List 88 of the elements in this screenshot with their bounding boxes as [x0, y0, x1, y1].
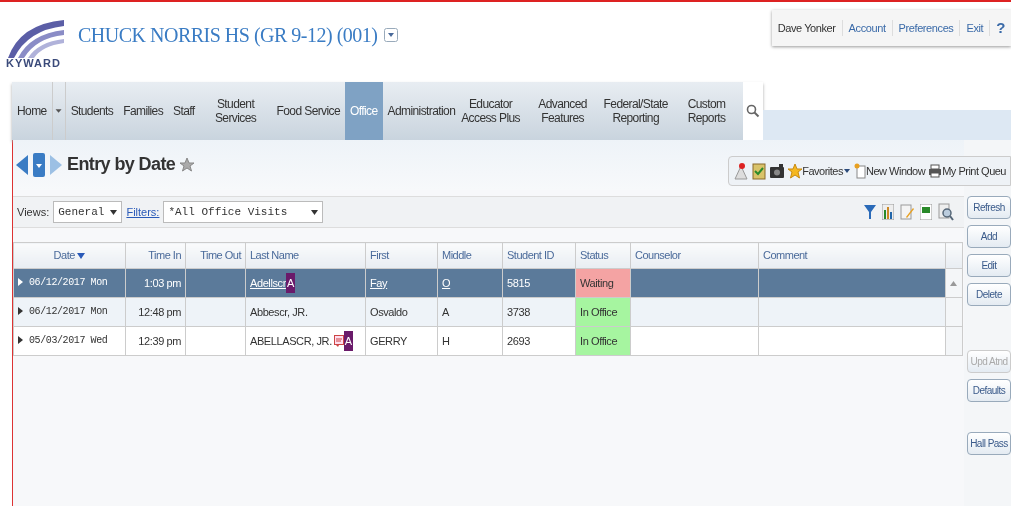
spreadsheet-icon[interactable]: [920, 204, 932, 220]
date-cell-text: 06/12/2017 Mon: [29, 275, 108, 290]
nav-tab[interactable]: Food Service: [271, 82, 346, 140]
print-preview-icon[interactable]: [938, 203, 954, 221]
column-header[interactable]: Student ID: [502, 242, 576, 269]
history-dropdown-icon[interactable]: [33, 153, 45, 177]
column-header[interactable]: Comment: [758, 242, 946, 269]
printer-icon: [928, 164, 943, 178]
help-button[interactable]: ?: [990, 16, 1011, 40]
window-icon: [854, 163, 866, 179]
table-row[interactable]: 06/12/2017 Mon 1:03 pm AdellscrA Fay O 5815 Waiting: [13, 268, 963, 298]
student-name: Abbescr, JR.: [250, 304, 308, 320]
nav-tab[interactable]: Staff: [168, 82, 200, 140]
table-row[interactable]: 06/12/2017 Mon 12:48 pm Abbescr, JR. Osvaldo A 3738 In Office: [13, 297, 963, 327]
column-header[interactable]: Date: [13, 242, 126, 269]
column-header[interactable]: Counselor: [630, 242, 759, 269]
column-header[interactable]: Middle: [437, 242, 503, 269]
student-id-cell: 3738: [502, 297, 576, 327]
user-menu-link[interactable]: Account: [842, 19, 893, 37]
user-menu-link[interactable]: Exit: [960, 19, 991, 37]
note-icon[interactable]: [333, 335, 344, 347]
action-button[interactable]: Refresh: [967, 196, 1011, 219]
alert-badge: A: [285, 272, 295, 294]
action-button[interactable]: Add: [967, 225, 1011, 248]
nav-tab[interactable]: Federal/State Reporting: [598, 82, 671, 140]
action-button[interactable]: Hall Pass: [967, 432, 1011, 455]
caret-icon: [843, 167, 851, 175]
logo-text: KYWARD: [6, 58, 62, 69]
star-icon: [788, 163, 803, 179]
student-name: ABELLASCR, JR.: [250, 333, 332, 349]
notepad-icon[interactable]: [752, 162, 767, 180]
expand-icon[interactable]: [18, 307, 23, 316]
column-header[interactable]: Time Out: [185, 242, 246, 269]
caret-icon: [311, 208, 319, 216]
date-cell-text: 05/03/2017 Wed: [29, 333, 108, 348]
time-cell: 12:48 pm: [125, 297, 186, 327]
nav-tab[interactable]: Home: [12, 82, 52, 140]
student-id-cell: 5815: [502, 268, 576, 298]
back-arrow-icon[interactable]: [15, 154, 29, 176]
new-window-link[interactable]: New Window: [854, 162, 926, 180]
action-button[interactable]: Edit: [967, 254, 1011, 277]
alert-badge: A: [343, 330, 353, 352]
middle-name-cell: O: [437, 268, 503, 298]
date-cell-text: 06/12/2017 Mon: [29, 304, 108, 319]
column-header[interactable]: Time In: [125, 242, 186, 269]
alert-icon[interactable]: [733, 162, 750, 180]
search-icon[interactable]: [745, 104, 760, 118]
action-button[interactable]: Delete: [967, 283, 1011, 306]
middle-name-cell: H: [437, 326, 503, 356]
nav-tab[interactable]: Families: [118, 82, 169, 140]
logo-swoosh-icon: [6, 18, 64, 58]
filter-icon[interactable]: [864, 204, 876, 220]
expand-icon[interactable]: [18, 336, 23, 345]
camera-icon[interactable]: [769, 163, 786, 179]
nav-tab[interactable]: Student Services: [199, 82, 272, 140]
nav-tab[interactable]: Advanced Features: [526, 82, 599, 140]
caret-icon: [110, 208, 118, 216]
filters-select[interactable]: *All Office Visits: [163, 200, 324, 224]
nav-tab[interactable]: Students: [65, 82, 119, 140]
student-id-cell: 2693: [502, 326, 576, 356]
action-button[interactable]: Defaults: [967, 379, 1011, 402]
first-name-cell: Fay: [365, 268, 438, 298]
user-menu-link[interactable]: Preferences: [892, 19, 961, 37]
column-header[interactable]: Last Name: [245, 242, 366, 269]
scroll-up-icon[interactable]: [950, 281, 957, 287]
dropdown-icon[interactable]: [383, 28, 398, 42]
middle-name-cell: A: [437, 297, 503, 327]
time-cell: 12:39 pm: [125, 326, 186, 356]
views-label: Views:: [17, 204, 50, 220]
print-queue-link[interactable]: My Print Queu: [928, 162, 1006, 180]
column-header[interactable]: First: [365, 242, 438, 269]
first-name-cell: GERRY: [365, 326, 438, 356]
table-row[interactable]: 05/03/2017 Wed 12:39 pm ABELLASCR, JR. A GERRY H 2693 In Office: [13, 326, 963, 356]
first-name-cell: Osvaldo: [365, 297, 438, 327]
user-name: Dave Yonker: [771, 19, 843, 37]
column-header[interactable]: Status: [575, 242, 631, 269]
favorites-menu[interactable]: Favorites: [788, 162, 851, 180]
school-title: CHUCK NORRIS HS (GR 9-12) (001): [78, 23, 378, 49]
chart-icon[interactable]: [882, 204, 894, 220]
nav-tab[interactable]: Administration: [382, 82, 455, 140]
student-name-link[interactable]: Adellscr: [250, 274, 286, 292]
page-title: Entry by Date: [67, 154, 176, 176]
nav-tab[interactable]: Custom Reports: [670, 82, 743, 140]
time-cell: 1:03 pm: [125, 268, 186, 298]
nav-tab[interactable]: Educator Access Plus: [454, 82, 527, 140]
star-icon[interactable]: [179, 157, 196, 173]
views-select[interactable]: General: [53, 200, 123, 224]
filters-link[interactable]: Filters:: [126, 203, 160, 221]
